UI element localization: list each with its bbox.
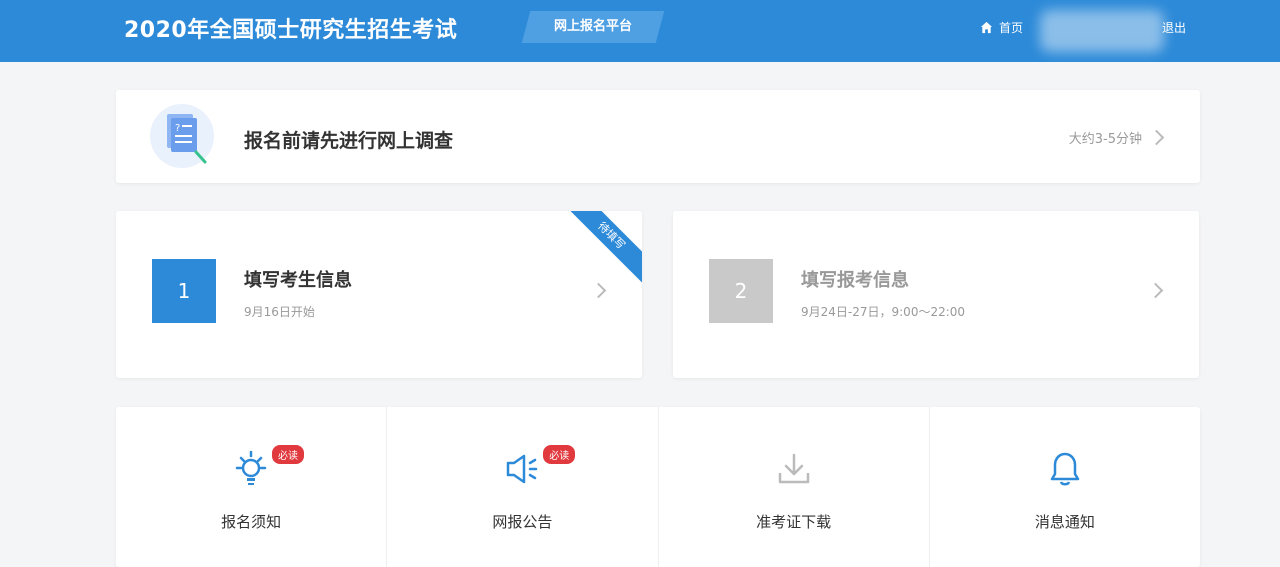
site-title: 2020年全国硕士研究生招生考试 (124, 18, 458, 43)
survey-icon: ? (150, 104, 214, 168)
step-title: 填写报考信息 (801, 270, 909, 291)
survey-duration: 大约3-5分钟 (1068, 132, 1142, 147)
home-icon (980, 21, 993, 34)
step-number: 2 (709, 259, 773, 323)
megaphone-icon (507, 454, 538, 484)
quick-link-label: 报名须知 (221, 513, 282, 531)
home-link[interactable]: 首页 (980, 19, 1023, 36)
quick-link-announcements[interactable]: 必读 网报公告 (387, 407, 659, 567)
quick-link-label: 消息通知 (1034, 513, 1095, 531)
quick-links: 必读 报名须知 必读 网报公告 准考证下载 消息通知 (116, 407, 1200, 567)
quick-link-label: 准考证下载 (756, 513, 832, 531)
step-date: 9月24日-27日，9:00～22:00 (801, 305, 966, 319)
step-date: 9月16日开始 (244, 305, 315, 319)
survey-label: 报名前请先进行网上调查 (244, 130, 454, 152)
survey-card[interactable]: ? 报名前请先进行网上调查 大约3-5分钟 (116, 90, 1200, 183)
quick-link-notifications[interactable]: 消息通知 (930, 407, 1200, 567)
step-fill-candidate-info[interactable]: 1 填写考生信息 9月16日开始 待填写 (116, 211, 642, 378)
step-title: 填写考生信息 (244, 270, 352, 291)
step-fill-application-info[interactable]: 2 填写报考信息 9月24日-27日，9:00～22:00 (673, 211, 1199, 378)
bell-icon (1050, 452, 1080, 486)
top-header: 2020年全国硕士研究生招生考试 网上报名平台 首页 退出 (0, 0, 1280, 62)
download-icon (778, 453, 809, 484)
chevron-right-icon (590, 282, 607, 299)
chevron-right-icon (1147, 282, 1164, 299)
must-read-badge: 必读 (272, 445, 304, 464)
quick-link-admission-ticket[interactable]: 准考证下载 (659, 407, 930, 567)
pending-ribbon: 待填写 (564, 211, 642, 283)
quick-link-label: 网报公告 (492, 513, 553, 531)
quick-link-registration-notice[interactable]: 必读 报名须知 (116, 407, 388, 567)
home-label: 首页 (999, 21, 1024, 35)
chevron-right-icon (1148, 129, 1165, 146)
svg-text:?: ? (175, 123, 180, 134)
step-number: 1 (152, 259, 216, 323)
user-info-blurred (1040, 10, 1164, 52)
must-read-badge: 必读 (543, 445, 576, 464)
lightbulb-icon (235, 450, 267, 485)
platform-tag: 网上报名平台 (521, 11, 665, 43)
platform-label: 网上报名平台 (553, 19, 632, 34)
logout-link[interactable]: 退出 (1162, 19, 1186, 36)
